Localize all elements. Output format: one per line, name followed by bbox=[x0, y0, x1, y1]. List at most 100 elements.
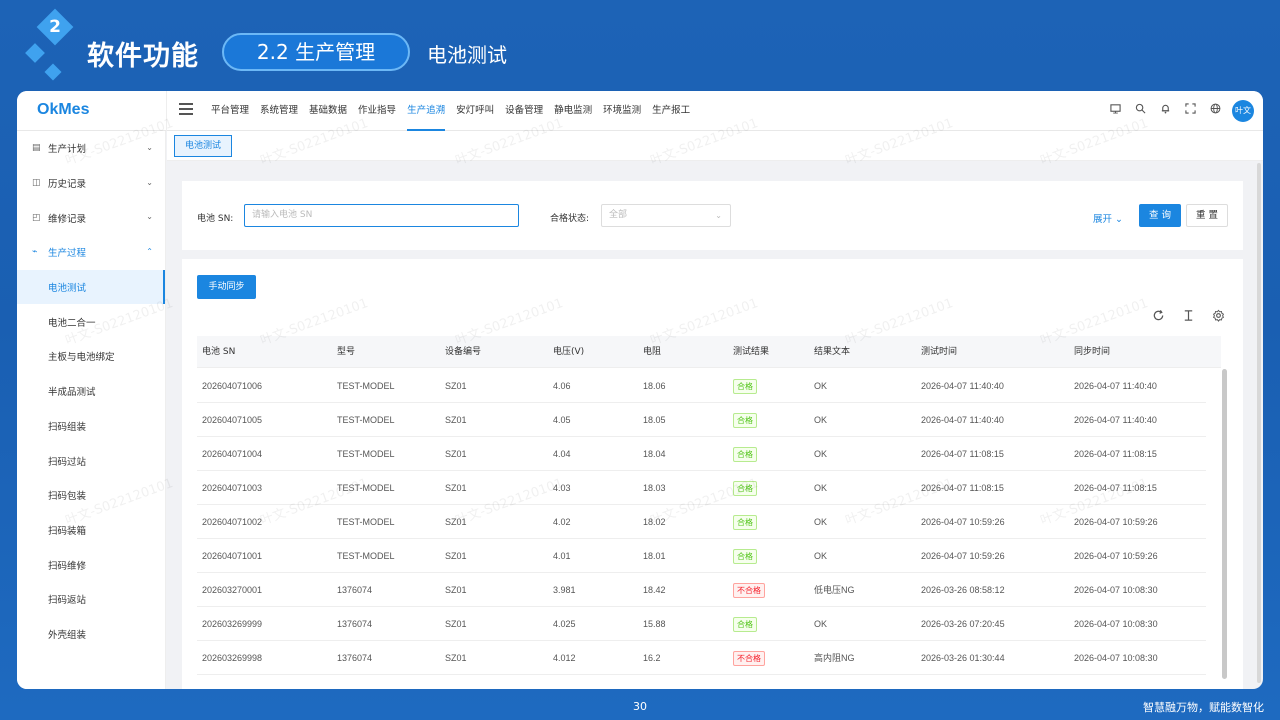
refresh-icon[interactable] bbox=[1151, 309, 1165, 323]
column-header[interactable]: 电阻 bbox=[643, 336, 661, 367]
nav-item[interactable]: 静电监测 bbox=[554, 91, 592, 131]
table-row[interactable]: 202603269999 1376074 SZ01 4.025 15.88 合格 OK 202… bbox=[197, 607, 1206, 641]
avatar[interactable]: 叶文 bbox=[1232, 100, 1254, 122]
menu-fold-icon[interactable] bbox=[179, 103, 193, 117]
table-header: 电池 SN 型号 设备编号 电压(V) 电阻 测试结果 结果文本 测试时间 同步时间 bbox=[197, 336, 1221, 368]
column-header[interactable]: 测试时间 bbox=[921, 336, 957, 367]
sidebar-sub-item[interactable]: 半成品测试 bbox=[17, 374, 165, 409]
status-select[interactable]: 全部 ⌄ bbox=[601, 204, 731, 227]
table-cell: 15.88 bbox=[643, 619, 666, 629]
app-logo[interactable]: OkMes bbox=[37, 101, 89, 119]
query-button[interactable]: 查 询 bbox=[1139, 204, 1181, 227]
sidebar-sub-item[interactable]: 电池二合一 bbox=[17, 304, 165, 339]
table-row[interactable]: 202604071002 TEST-MODEL SZ01 4.02 18.02 合格 OK 2… bbox=[197, 505, 1206, 539]
table-cell: 202604071003 bbox=[202, 483, 263, 493]
table-cell: 202603269998 bbox=[202, 653, 263, 663]
table-cell: 2026-03-26 08:58:12 bbox=[921, 585, 1005, 595]
table-cell: 3.981 bbox=[553, 585, 576, 595]
table-cell: SZ01 bbox=[445, 551, 467, 561]
sidebar-group-label: 历史记录 bbox=[48, 179, 87, 191]
table-row[interactable]: 202603269998 1376074 SZ01 4.012 16.2 不合格 高内阻NG… bbox=[197, 641, 1206, 675]
sidebar-group[interactable]: ◰ 维修记录 ⌄ bbox=[17, 200, 165, 235]
sidebar-sub-item[interactable]: 扫码过站 bbox=[17, 443, 165, 478]
sidebar-group[interactable]: ◫ 历史记录 ⌄ bbox=[17, 166, 165, 201]
fullscreen-icon[interactable] bbox=[1182, 103, 1198, 119]
nav-item[interactable]: 环境监测 bbox=[603, 91, 641, 131]
table-cell: 202604071005 bbox=[202, 415, 263, 425]
nav-item[interactable]: 平台管理 bbox=[211, 91, 249, 131]
monitor-icon[interactable] bbox=[1107, 103, 1123, 119]
expand-label: 展开 bbox=[1093, 214, 1113, 225]
search-panel: 电池 SN: 请输入电池 SN 合格状态: 全部 ⌄ 展开 ⌄ 查 询 重 置 bbox=[182, 181, 1243, 250]
decor-diamond bbox=[44, 63, 62, 81]
sidebar-sub-item[interactable]: 扫码返站 bbox=[17, 582, 165, 617]
nav-item[interactable]: 生产报工 bbox=[652, 91, 690, 131]
nav-item[interactable]: 安灯呼叫 bbox=[456, 91, 494, 131]
tab-bar: 电池测试 bbox=[167, 131, 1263, 161]
tab-battery-test[interactable]: 电池测试 bbox=[174, 135, 233, 157]
table-row[interactable]: 202604071004 TEST-MODEL SZ01 4.04 18.04 合格 OK 2… bbox=[197, 437, 1206, 471]
sidebar-sub-item[interactable]: 主板与电池绑定 bbox=[17, 339, 165, 374]
column-header[interactable]: 结果文本 bbox=[814, 336, 850, 367]
sidebar-sub-item[interactable]: 外壳组装 bbox=[17, 617, 165, 652]
search-icon[interactable] bbox=[1132, 103, 1148, 119]
table-scrollbar[interactable] bbox=[1222, 369, 1227, 679]
table-row[interactable]: 202604071001 TEST-MODEL SZ01 4.01 18.01 合格 OK 2… bbox=[197, 539, 1206, 573]
table-cell: 合格 bbox=[733, 471, 757, 504]
sidebar-group[interactable]: ⌁ 生产过程 ⌃ bbox=[17, 235, 165, 270]
column-header[interactable]: 型号 bbox=[337, 336, 355, 367]
table-cell: TEST-MODEL bbox=[337, 381, 395, 391]
sidebar-group-label: 维修记录 bbox=[48, 213, 87, 225]
table-cell: 2026-04-07 11:08:15 bbox=[921, 483, 1004, 493]
sidebar-sub-item[interactable]: 扫码包装 bbox=[17, 478, 165, 513]
sidebar-sub-item[interactable]: 电池测试 bbox=[17, 269, 165, 305]
manual-sync-button[interactable]: 手动同步 bbox=[197, 275, 256, 299]
repair-icon: ◰ bbox=[32, 212, 41, 223]
table-cell: SZ01 bbox=[445, 449, 467, 459]
column-header[interactable]: 电池 SN bbox=[202, 336, 235, 367]
nav-item[interactable]: 设备管理 bbox=[505, 91, 543, 131]
slide-slogan: 智慧融万物，赋能数智化 bbox=[1143, 701, 1264, 714]
nav-item[interactable]: 作业指导 bbox=[358, 91, 396, 131]
sidebar-group-label: 生产计划 bbox=[48, 144, 87, 156]
bell-icon[interactable] bbox=[1157, 103, 1173, 119]
expand-toggle[interactable]: 展开 ⌄ bbox=[1093, 211, 1123, 225]
battery-sn-input[interactable]: 请输入电池 SN bbox=[244, 204, 519, 227]
column-header[interactable]: 同步时间 bbox=[1074, 336, 1110, 367]
table-cell: 18.42 bbox=[643, 585, 666, 595]
sidebar-group[interactable]: ▤ 生产计划 ⌄ bbox=[17, 131, 165, 166]
sidebar-sub-item[interactable]: 扫码组装 bbox=[17, 409, 165, 444]
sidebar-sub-item[interactable]: 扫码装箱 bbox=[17, 513, 165, 548]
column-header[interactable]: 测试结果 bbox=[733, 336, 769, 367]
table-row[interactable]: 202604071006 TEST-MODEL SZ01 4.06 18.06 合格 OK 2… bbox=[197, 369, 1206, 403]
nav-item[interactable]: 生产追溯 bbox=[407, 91, 446, 131]
table-row[interactable]: 202604071003 TEST-MODEL SZ01 4.03 18.03 合格 OK 2… bbox=[197, 471, 1206, 505]
table-cell: TEST-MODEL bbox=[337, 483, 395, 493]
table-cell: 合格 bbox=[733, 369, 757, 402]
fail-badge: 不合格 bbox=[733, 583, 765, 599]
section-number: 2 bbox=[49, 17, 61, 37]
column-height-icon[interactable] bbox=[1181, 309, 1195, 323]
page-scrollbar[interactable] bbox=[1257, 163, 1261, 683]
table-row[interactable]: 202604071005 TEST-MODEL SZ01 4.05 18.05 合格 OK 2… bbox=[197, 403, 1206, 437]
chevron-down-icon: ⌄ bbox=[146, 143, 153, 152]
table-cell: OK bbox=[814, 517, 828, 527]
globe-icon[interactable] bbox=[1207, 103, 1223, 119]
table-cell: 2026-04-07 10:59:26 bbox=[1074, 517, 1158, 527]
table-cell: 2026-04-07 11:40:40 bbox=[1074, 415, 1157, 425]
nav-item[interactable]: 基础数据 bbox=[309, 91, 347, 131]
reset-button[interactable]: 重 置 bbox=[1186, 204, 1228, 227]
table-cell: SZ01 bbox=[445, 483, 467, 493]
table-cell: 2026-04-07 10:08:30 bbox=[1074, 619, 1158, 629]
table-tools bbox=[1135, 309, 1225, 323]
settings-icon[interactable] bbox=[1211, 309, 1225, 323]
table-cell: SZ01 bbox=[445, 585, 467, 595]
column-header[interactable]: 设备编号 bbox=[445, 336, 481, 367]
column-header[interactable]: 电压(V) bbox=[553, 336, 584, 367]
table-cell: 4.05 bbox=[553, 415, 571, 425]
table-cell: 18.01 bbox=[643, 551, 666, 561]
table-row[interactable]: 202603270001 1376074 SZ01 3.981 18.42 不合格 低电压N… bbox=[197, 573, 1206, 607]
table-cell: 低电压NG bbox=[814, 585, 855, 595]
sidebar-sub-item[interactable]: 扫码维修 bbox=[17, 547, 165, 582]
nav-item[interactable]: 系统管理 bbox=[260, 91, 298, 131]
